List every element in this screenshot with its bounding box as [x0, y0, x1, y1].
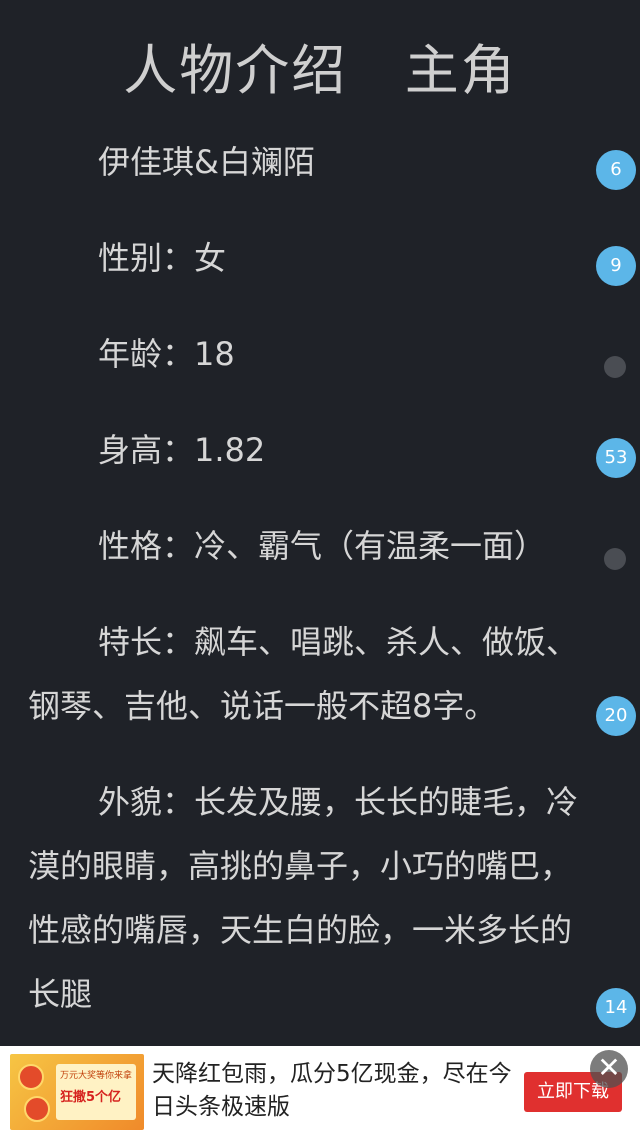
paragraph-skills: 特长：飙车、唱跳、杀人、做饭、钢琴、吉他、说话一般不超8字。 [28, 623, 579, 725]
comment-badge[interactable]: 20 [596, 696, 636, 736]
comment-badge[interactable]: 53 [596, 438, 636, 478]
ad-banner[interactable]: 万元大奖等你来拿 狂撒5个亿 天降红包雨，瓜分5亿现金，尽在今日头条极速版 立即… [0, 1046, 640, 1138]
paragraph-appearance: 外貌：长发及腰，长长的睫毛，冷漠的眼睛，高挑的鼻子，小巧的嘴巴，性感的嘴唇，天生… [28, 783, 579, 1013]
ad-thumb-headline: 狂撒5个亿 [60, 1090, 122, 1105]
red-envelope-icon [24, 1096, 50, 1122]
ad-thumb-caption: 万元大奖等你来拿 [60, 1071, 133, 1081]
paragraph-height: 身高：1.82 [98, 431, 266, 469]
comment-dot[interactable] [604, 356, 626, 378]
reader-page: 人物介绍 主角 伊佳琪&白斓陌 6 性别：女 9 年龄：18 身高：1.82 5… [0, 0, 640, 1138]
comment-badge[interactable]: 14 [596, 988, 636, 1028]
paragraph-name: 伊佳琪&白斓陌 [98, 143, 315, 181]
page-title: 人物介绍 主角 [123, 39, 517, 102]
comment-badge[interactable]: 6 [596, 150, 636, 190]
ad-text: 天降红包雨，瓜分5亿现金，尽在今日头条极速版 [152, 1061, 512, 1120]
close-icon[interactable]: ✕ [590, 1050, 628, 1088]
ad-thumbnail: 万元大奖等你来拿 狂撒5个亿 [10, 1054, 144, 1130]
paragraph-age: 年龄：18 [98, 335, 235, 373]
red-envelope-icon [18, 1064, 44, 1090]
comment-badge[interactable]: 9 [596, 246, 636, 286]
paragraph-personality: 性格：冷、霸气（有温柔一面） [98, 527, 547, 565]
paragraph-gender: 性别：女 [98, 239, 227, 277]
comment-dot[interactable] [604, 548, 626, 570]
